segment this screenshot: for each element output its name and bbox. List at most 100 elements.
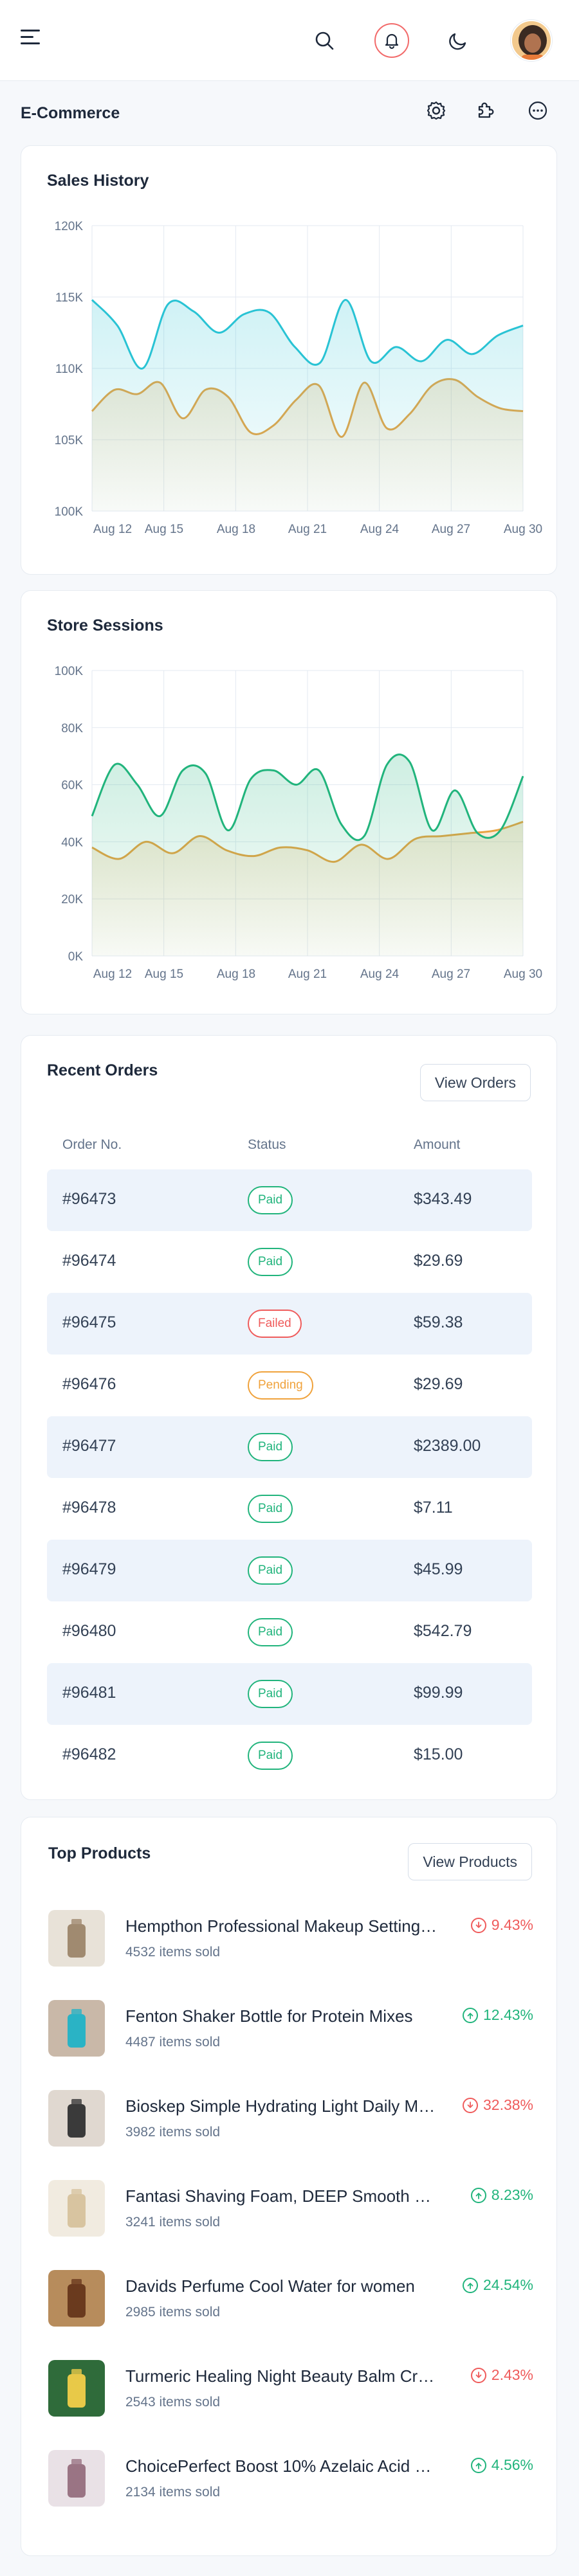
avatar[interactable] — [511, 20, 552, 61]
moon-icon[interactable] — [441, 23, 477, 59]
x-tick-label: Aug 27 — [432, 968, 470, 981]
status-badge: Paid — [248, 1248, 293, 1276]
product-name: Turmeric Healing Night Beauty Balm Cream — [125, 2366, 439, 2386]
table-row[interactable]: #96479 Paid $45.99 — [47, 1540, 532, 1601]
table-row[interactable]: #96482 Paid $15.00 — [47, 1725, 532, 1787]
more-icon[interactable] — [524, 96, 552, 125]
product-image — [48, 1910, 105, 1967]
table-row[interactable]: #96474 Paid $29.69 — [47, 1231, 532, 1293]
product-sold: 3982 items sold — [125, 2125, 221, 2139]
table-row[interactable]: #96477 Paid $2389.00 — [47, 1416, 532, 1478]
arrow-up-icon — [470, 2457, 486, 2473]
search-icon[interactable] — [306, 23, 342, 59]
view-orders-button[interactable]: View Orders — [419, 1064, 531, 1101]
product-change-value: 2.43% — [491, 2366, 533, 2383]
product-sold: 3241 items sold — [125, 2215, 221, 2229]
product-sold: 4487 items sold — [125, 2035, 221, 2049]
arrow-up-icon — [470, 2187, 486, 2203]
table-row[interactable]: #96476 Pending $29.69 — [47, 1355, 532, 1416]
product-name: Fantasi Shaving Foam, DEEP Smooth Cream — [125, 2186, 439, 2206]
order-amount: $29.69 — [414, 1375, 463, 1393]
column-status: Status — [248, 1137, 286, 1152]
status-badge: Paid — [248, 1186, 293, 1214]
product-sold: 2134 items sold — [125, 2485, 221, 2499]
arrow-down-icon — [462, 2097, 478, 2113]
product-change-value: 24.54% — [482, 2276, 533, 2293]
product-change-value: 4.56% — [491, 2456, 533, 2473]
product-item[interactable]: Hempthon Professional Makeup Setting Spr… — [48, 1904, 533, 1981]
order-number: #96482 — [62, 1745, 116, 1763]
gear-icon[interactable] — [422, 96, 450, 125]
table-row[interactable]: #96481 Paid $99.99 — [47, 1663, 532, 1725]
hamburger-icon[interactable] — [21, 30, 40, 49]
status-badge: Failed — [248, 1310, 302, 1338]
table-row[interactable]: #96473 Paid $343.49 — [47, 1169, 532, 1231]
product-item[interactable]: Bioskep Simple Hydrating Light Daily Moi… — [48, 2084, 533, 2161]
y-tick-label: 0K — [68, 950, 84, 964]
product-sold: 2985 items sold — [125, 2305, 221, 2319]
x-tick-label: Aug 21 — [288, 523, 327, 536]
x-tick-label: Aug 21 — [288, 968, 327, 981]
product-image — [48, 2270, 105, 2327]
top-products-card: Top Products View Products Hempthon Prof… — [21, 1817, 557, 2556]
y-tick-label: 40K — [61, 836, 83, 849]
product-image — [48, 2000, 105, 2057]
x-tick-label: Aug 12 — [93, 968, 132, 981]
column-amount: Amount — [414, 1137, 461, 1152]
order-amount: $343.49 — [414, 1190, 472, 1208]
y-tick-label: 100K — [55, 665, 84, 678]
arrow-up-icon — [462, 2007, 478, 2023]
notifications-button[interactable] — [374, 23, 410, 59]
product-sold: 2543 items sold — [125, 2395, 221, 2409]
puzzle-icon[interactable] — [472, 96, 500, 125]
y-tick-label: 20K — [61, 893, 83, 906]
x-tick-label: Aug 30 — [504, 523, 542, 536]
column-order-no: Order No. — [62, 1137, 122, 1152]
product-change-value: 9.43% — [491, 1916, 533, 1933]
status-badge: Paid — [248, 1556, 293, 1585]
order-amount: $45.99 — [414, 1560, 463, 1578]
product-change: 9.43% — [470, 1916, 533, 1934]
product-image — [48, 2450, 105, 2507]
product-name: Bioskep Simple Hydrating Light Daily Moi… — [125, 2096, 439, 2116]
x-tick-label: Aug 15 — [145, 523, 183, 536]
table-row[interactable]: #96478 Paid $7.11 — [47, 1478, 532, 1540]
product-image — [48, 2090, 105, 2147]
x-tick-label: Aug 18 — [217, 523, 255, 536]
order-number: #96480 — [62, 1622, 116, 1640]
product-change: 12.43% — [462, 2006, 533, 2024]
product-change: 4.56% — [470, 2456, 533, 2474]
product-item[interactable]: Fenton Shaker Bottle for Protein Mixes 4… — [48, 1994, 533, 2071]
product-item[interactable]: Fantasi Shaving Foam, DEEP Smooth Cream … — [48, 2174, 533, 2251]
x-tick-label: Aug 30 — [504, 968, 542, 981]
x-tick-label: Aug 15 — [145, 968, 183, 981]
x-tick-label: Aug 24 — [360, 523, 400, 536]
top-bar — [0, 0, 579, 81]
order-number: #96474 — [62, 1252, 116, 1270]
order-amount: $99.99 — [414, 1684, 463, 1702]
store-sessions-chart: 0K 20K 40K 60K 80K 100K Aug 12 Aug 15 Aug 18 Aug … — [55, 665, 542, 981]
order-amount: $542.79 — [414, 1622, 472, 1640]
recent-orders-title: Recent Orders — [47, 1061, 158, 1079]
product-name: Hempthon Professional Makeup Setting Spr… — [125, 1916, 439, 1936]
view-products-button[interactable]: View Products — [408, 1843, 532, 1880]
table-row[interactable]: #96480 Paid $542.79 — [47, 1601, 532, 1663]
product-change-value: 12.43% — [482, 2006, 533, 2023]
product-image — [48, 2360, 105, 2417]
page-title: E-Commerce — [21, 104, 120, 122]
product-item[interactable]: Davids Perfume Cool Water for women 2985… — [48, 2264, 533, 2341]
product-change: 24.54% — [462, 2276, 533, 2294]
product-change-value: 8.23% — [491, 2186, 533, 2203]
order-number: #96481 — [62, 1684, 116, 1702]
table-row[interactable]: #96475 Failed $59.38 — [47, 1293, 532, 1355]
x-tick-label: Aug 24 — [360, 968, 400, 981]
order-amount: $29.69 — [414, 1252, 463, 1270]
product-item[interactable]: Turmeric Healing Night Beauty Balm Cream… — [48, 2354, 533, 2431]
order-number: #96479 — [62, 1560, 116, 1578]
y-tick-label: 115K — [55, 291, 83, 305]
product-item[interactable]: ChoicePerfect Boost 10% Azelaic Acid Boo… — [48, 2444, 533, 2521]
product-change: 32.38% — [462, 2096, 533, 2114]
y-tick-label: 110K — [55, 363, 83, 376]
order-amount: $7.11 — [414, 1499, 453, 1517]
product-name: ChoicePerfect Boost 10% Azelaic Acid Boo… — [125, 2456, 439, 2476]
